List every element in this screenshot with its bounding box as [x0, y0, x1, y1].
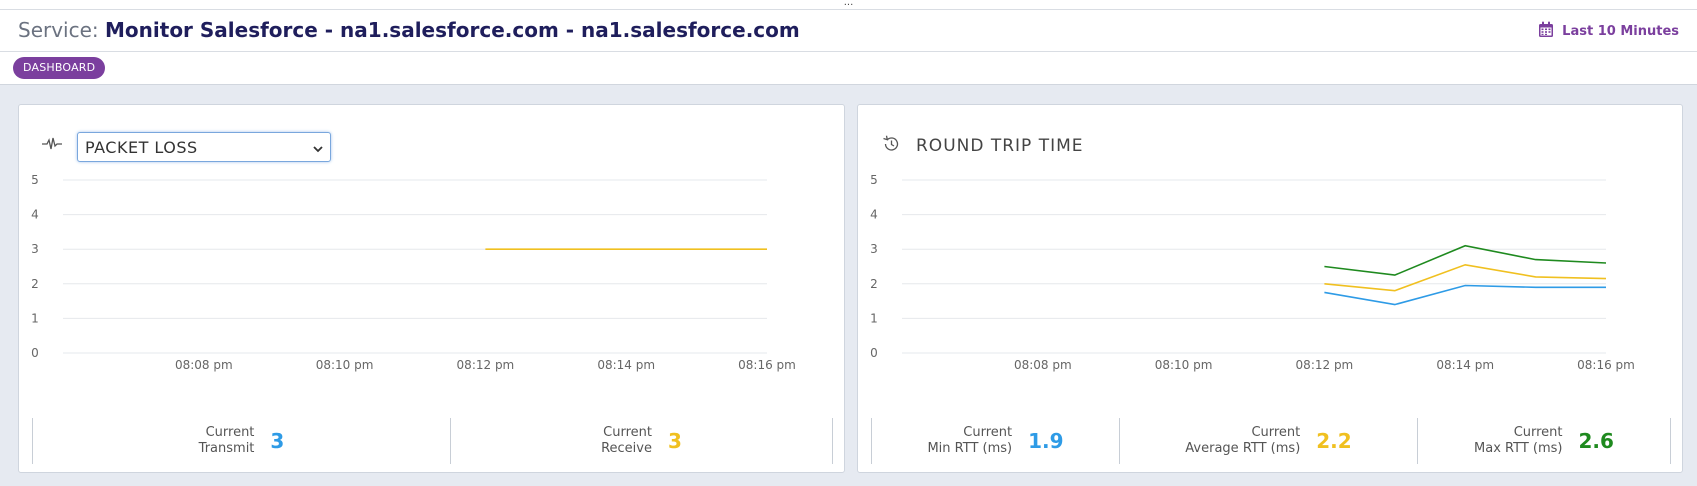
service-prefix: Service:: [18, 18, 99, 42]
round-trip-time-chart: 0 1 2 3 4 5 08:08 pm 08:10 pm 08:12 pm 08:14 pm 08…: [870, 173, 1635, 372]
stat-label-line1: Current: [1251, 425, 1301, 440]
x-tick-label: 08:16 pm: [1577, 358, 1635, 372]
y-tick-label: 1: [870, 311, 878, 325]
stat-label: Current Min RTT (ms): [927, 425, 1012, 457]
calendar-icon: [1538, 21, 1554, 42]
stat-label-line1: Current: [963, 425, 1013, 440]
packet-loss-chart: 0 1 2 3 4 5 08:08 pm 08:10 pm 08:12 pm 08:14 pm 08…: [31, 173, 796, 372]
time-range-label: Last 10 Minutes: [1562, 23, 1679, 39]
stat-value: 2.2: [1316, 429, 1352, 453]
x-tick-label: 08:10 pm: [316, 358, 374, 372]
y-tick-label: 5: [31, 173, 39, 187]
x-tick-label: 08:14 pm: [597, 358, 655, 372]
x-tick-label: 08:14 pm: [1436, 358, 1494, 372]
y-tick-label: 3: [870, 242, 878, 256]
y-tick-label: 4: [31, 208, 39, 222]
y-tick-label: 5: [870, 173, 878, 187]
stat-label: Current Receive: [601, 425, 652, 457]
y-tick-label: 4: [870, 208, 878, 222]
round-trip-time-panel: ROUND TRIP TIME 0 1 2 3 4 5 08:08 pm 08:10 pm 08…: [857, 104, 1683, 473]
stat-cell: Current Min RTT (ms) 1.9: [871, 418, 1119, 464]
x-tick-label: 08:16 pm: [738, 358, 796, 372]
stat-label: Current Max RTT (ms): [1474, 425, 1562, 457]
y-tick-label: 2: [870, 277, 878, 291]
stat-value: 3: [270, 429, 285, 453]
y-tick-label: 3: [31, 242, 39, 256]
y-tick-label: 2: [31, 277, 39, 291]
stat-value: 3: [667, 429, 682, 453]
stat-label-line1: Current: [603, 425, 652, 440]
x-tick-label: 08:08 pm: [1014, 358, 1072, 372]
series-line-0: [1324, 244, 1607, 276]
stat-cell: Current Transmit 3: [32, 418, 450, 464]
packet-loss-stats: Current Transmit 3 Current Receive 3: [32, 418, 833, 464]
x-tick-label: 08:12 pm: [457, 358, 515, 372]
packet-loss-panel: PACKET LOSS 0 1 2 3 4 5 08:08 pm 08:10 pm 08:12 …: [18, 104, 845, 473]
time-range-picker[interactable]: Last 10 Minutes: [1538, 20, 1679, 42]
stat-cell: Current Average RTT (ms) 2.2: [1119, 418, 1417, 464]
stat-label: Current Average RTT (ms): [1185, 425, 1300, 457]
y-tick-label: 0: [870, 346, 878, 360]
x-tick-label: 08:08 pm: [175, 358, 233, 372]
x-tick-label: 08:12 pm: [1296, 358, 1354, 372]
stat-label-line2: Max RTT (ms): [1474, 441, 1563, 456]
y-tick-label: 1: [31, 311, 39, 325]
dashboard-tab[interactable]: DASHBOARD: [13, 57, 106, 79]
round-trip-time-stats: Current Min RTT (ms) 1.9 Current Average RTT…: [871, 418, 1671, 464]
stat-label-line1: Current: [205, 425, 255, 440]
stat-label-line2: Receive: [601, 441, 652, 456]
stat-cell: Current Receive 3: [450, 418, 833, 464]
sub-navigation: DASHBOARD: [0, 52, 1697, 85]
stat-label-line2: Transmit: [198, 441, 255, 456]
stat-value: 1.9: [1028, 429, 1064, 453]
stat-cell: Current Max RTT (ms) 2.6: [1417, 418, 1671, 464]
stat-value: 2.6: [1578, 429, 1614, 453]
top-strip-dots: ...: [843, 0, 854, 8]
stat-label-line2: Average RTT (ms): [1185, 441, 1301, 456]
stat-label: Current Transmit: [199, 425, 255, 457]
top-resize-handle[interactable]: ...: [0, 0, 1697, 10]
service-name: Monitor Salesforce - na1.salesforce.com …: [105, 18, 800, 42]
stat-label-line2: Min RTT (ms): [927, 441, 1013, 456]
page-header: Service: Monitor Salesforce - na1.salesf…: [0, 10, 1697, 52]
x-tick-label: 08:10 pm: [1155, 358, 1213, 372]
stat-label-line1: Current: [1513, 425, 1563, 440]
page-title: Service: Monitor Salesforce - na1.salesf…: [18, 18, 800, 42]
y-tick-label: 0: [31, 346, 39, 360]
